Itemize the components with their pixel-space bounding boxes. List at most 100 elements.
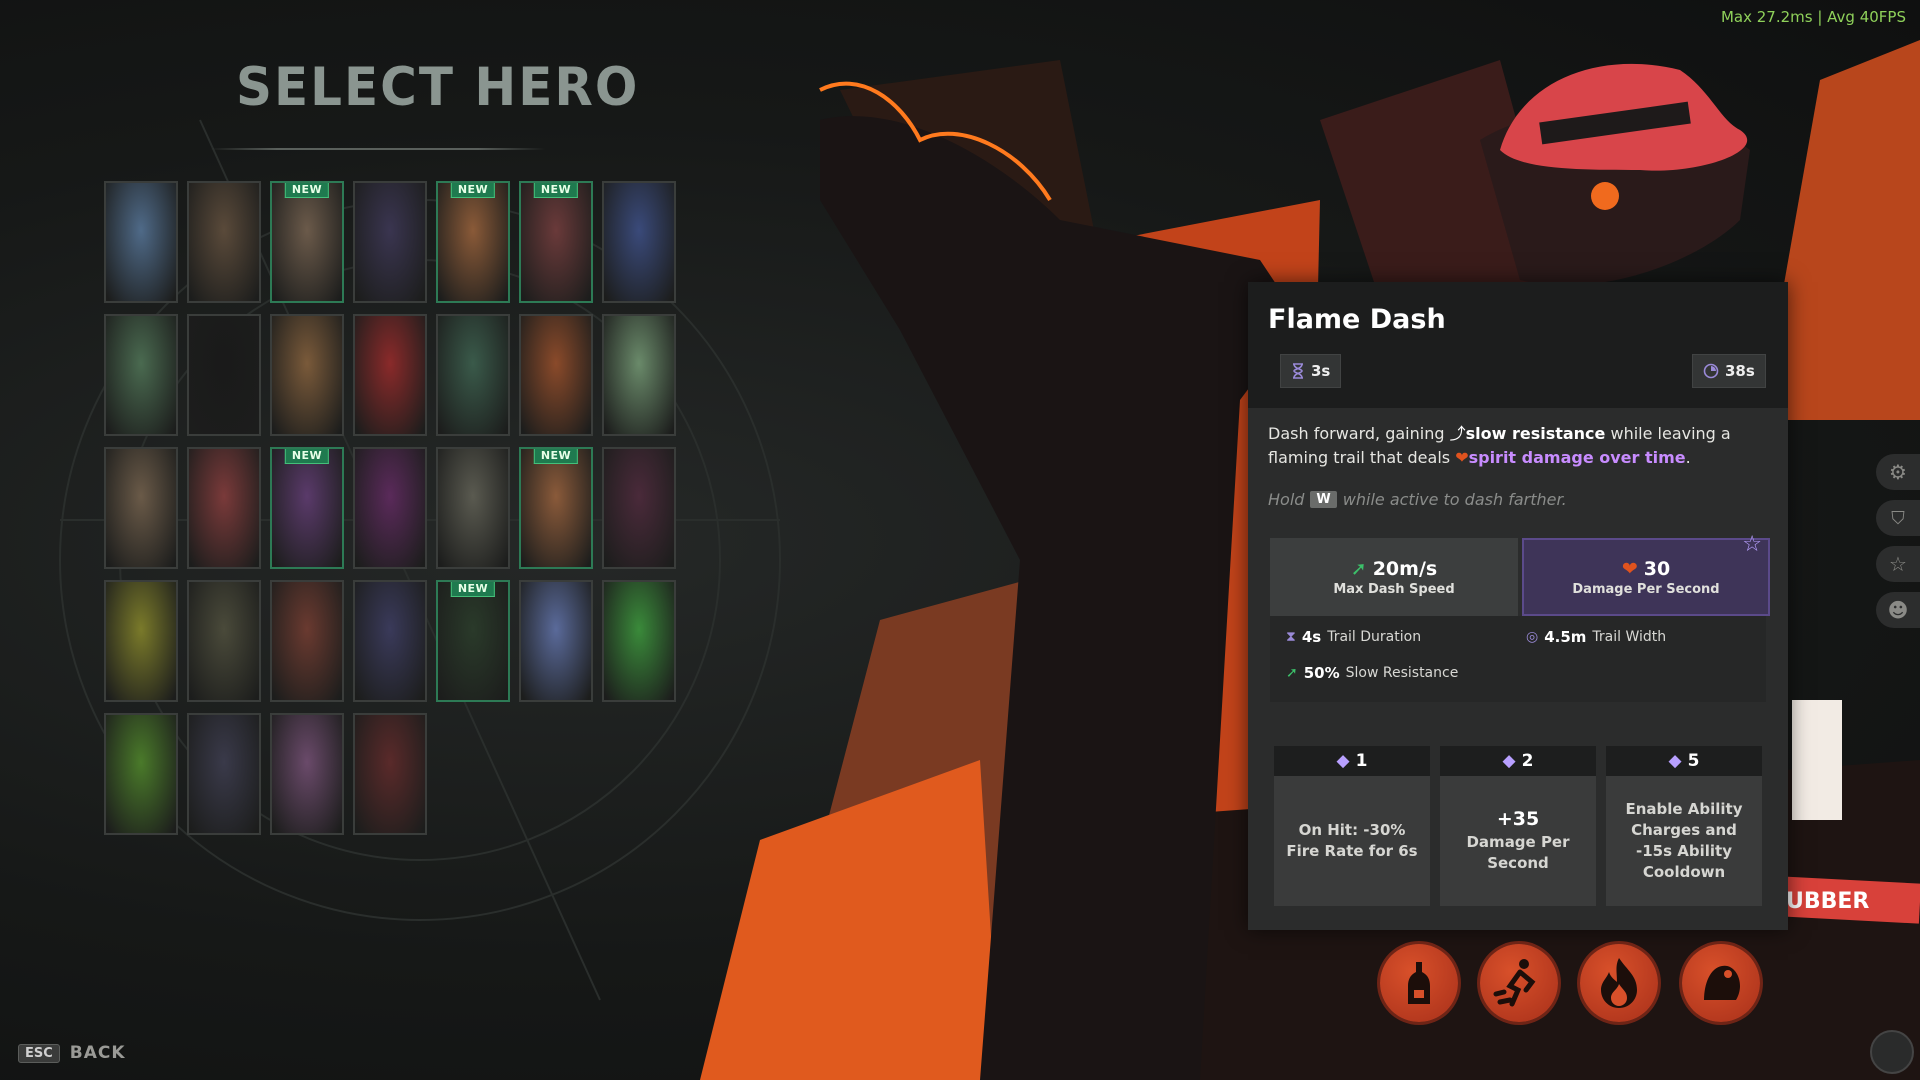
hero-card[interactable] — [602, 181, 676, 303]
hero-card[interactable] — [353, 314, 427, 436]
upgrade-cost: 2 — [1521, 751, 1534, 771]
hero-portrait — [272, 715, 342, 833]
hero-card[interactable] — [187, 181, 261, 303]
hero-portrait — [521, 582, 591, 700]
hero-card[interactable] — [104, 181, 178, 303]
hero-portrait — [521, 183, 591, 301]
hero-portrait — [189, 582, 259, 700]
hero-card[interactable] — [353, 181, 427, 303]
hero-portrait — [604, 316, 674, 434]
upgrade-value: +35 — [1496, 807, 1540, 830]
side-button-settings[interactable]: ⚙ — [1876, 454, 1920, 490]
hero-portrait — [189, 715, 259, 833]
hero-portrait — [272, 316, 342, 434]
hero-card[interactable] — [436, 314, 510, 436]
corner-menu-button[interactable] — [1870, 1030, 1914, 1074]
upgrade-tier-2[interactable]: ◆ 2 +35 Damage Per Second — [1440, 746, 1596, 906]
hero-portrait — [189, 316, 259, 434]
upgrade-text: Enable Ability Charges and -15s Ability … — [1625, 800, 1743, 881]
w-key: W — [1310, 491, 1337, 508]
upgrade-text: On Hit: -30% Fire Rate for 6s — [1286, 821, 1418, 860]
hero-banner-text: UBBER — [1786, 889, 1869, 914]
hero-portrait — [106, 183, 176, 301]
hero-card[interactable] — [104, 314, 178, 436]
esc-key: ESC — [18, 1043, 60, 1063]
ability-tooltip: Flame Dash 3s 38s Dash forward, gaining … — [1248, 282, 1788, 930]
hero-card[interactable] — [436, 447, 510, 569]
hero-portrait — [189, 449, 259, 567]
hero-card[interactable] — [187, 713, 261, 835]
title-divider — [210, 148, 545, 150]
molotov-icon[interactable] — [1380, 944, 1458, 1022]
hero-card[interactable]: NEW — [519, 181, 593, 303]
hero-card[interactable]: NEW — [270, 447, 344, 569]
hero-portrait — [355, 582, 425, 700]
hero-grid: NEW NEW NEW NEW NEW NEW — [104, 181, 684, 846]
hero-card[interactable] — [187, 447, 261, 569]
upgrade-tier-1[interactable]: ◆ 1 On Hit: -30% Fire Rate for 6s — [1274, 746, 1430, 906]
hero-grid-row: NEW — [104, 580, 684, 702]
hero-card[interactable] — [353, 713, 427, 835]
ability-description: Dash forward, gaining ⤴slow resistance w… — [1268, 422, 1768, 470]
prop-value: 4s — [1301, 628, 1322, 646]
star-icon: ☆ — [1889, 552, 1907, 576]
hero-grid-row: NEW NEW NEW — [104, 181, 684, 303]
hero-card[interactable] — [353, 580, 427, 702]
desc-text-3: . — [1685, 448, 1691, 467]
stat-max-dash-speed: ➚ 20m/s Max Dash Speed — [1270, 538, 1518, 616]
hero-card[interactable]: NEW — [270, 181, 344, 303]
hero-card[interactable] — [270, 314, 344, 436]
desc-text-1: Dash forward, gaining — [1268, 424, 1450, 443]
hero-card[interactable] — [270, 713, 344, 835]
hero-card[interactable] — [602, 447, 676, 569]
ability-point-icon: ◆ — [1502, 751, 1516, 771]
hero-card[interactable] — [353, 447, 427, 569]
side-button-hero[interactable]: ☻ — [1876, 592, 1920, 628]
fire-icon[interactable] — [1580, 944, 1658, 1022]
prop-slow-resistance: ➚ 50% Slow Resistance — [1286, 664, 1458, 682]
hero-card[interactable]: NEW — [436, 181, 510, 303]
hero-card[interactable] — [270, 580, 344, 702]
upgrade-cost: 1 — [1355, 751, 1368, 771]
side-button-favorite[interactable]: ☆ — [1876, 546, 1920, 582]
hero-portrait — [604, 183, 674, 301]
hero-card[interactable] — [187, 580, 261, 702]
cast-time-chip: 3s — [1280, 354, 1342, 388]
hero-card[interactable]: NEW — [436, 580, 510, 702]
prop-label: Trail Duration — [1327, 629, 1422, 645]
desc-highlight-slow-resistance: slow resistance — [1465, 424, 1606, 443]
hero-card[interactable] — [104, 713, 178, 835]
hero-portrait — [106, 582, 176, 700]
hourglass-icon — [1293, 363, 1303, 379]
hero-portrait — [521, 449, 591, 567]
fps-overlay: Max 27.2ms | Avg 40FPS — [1720, 8, 1906, 26]
prop-label: Trail Width — [1592, 629, 1667, 645]
slow-resist-icon: ⤴ — [1449, 424, 1466, 443]
hero-portrait — [106, 316, 176, 434]
hero-card[interactable]: NEW — [519, 447, 593, 569]
hero-card[interactable] — [602, 580, 676, 702]
prop-trail-duration: ⧗ 4s Trail Duration — [1286, 628, 1421, 646]
radius-icon: ◎ — [1526, 629, 1539, 645]
flame-dash-icon[interactable] — [1480, 944, 1558, 1022]
hero-portrait — [604, 449, 674, 567]
hero-card[interactable] — [519, 314, 593, 436]
hourglass-icon: ⧗ — [1286, 629, 1296, 645]
back-button[interactable]: ESC BACK — [18, 1043, 126, 1063]
side-button-shield[interactable]: ⛉ — [1876, 500, 1920, 536]
hero-card[interactable] — [602, 314, 676, 436]
new-badge: NEW — [533, 183, 579, 198]
hero-card[interactable] — [519, 580, 593, 702]
cooldown-value: 38s — [1725, 362, 1755, 380]
heavy-hitter-icon[interactable] — [1682, 944, 1760, 1022]
hero-card[interactable] — [104, 447, 178, 569]
hero-portrait — [106, 449, 176, 567]
hero-portrait — [438, 582, 508, 700]
hero-portrait — [189, 183, 259, 301]
speed-arrow-icon: ➚ — [1350, 558, 1367, 580]
hero-card[interactable] — [187, 314, 261, 436]
hero-card[interactable] — [104, 580, 178, 702]
hero-portrait — [438, 449, 508, 567]
upgrade-tier-3[interactable]: ◆ 5 Enable Ability Charges and -15s Abili… — [1606, 746, 1762, 906]
hero-grid-row: NEW NEW — [104, 447, 684, 569]
